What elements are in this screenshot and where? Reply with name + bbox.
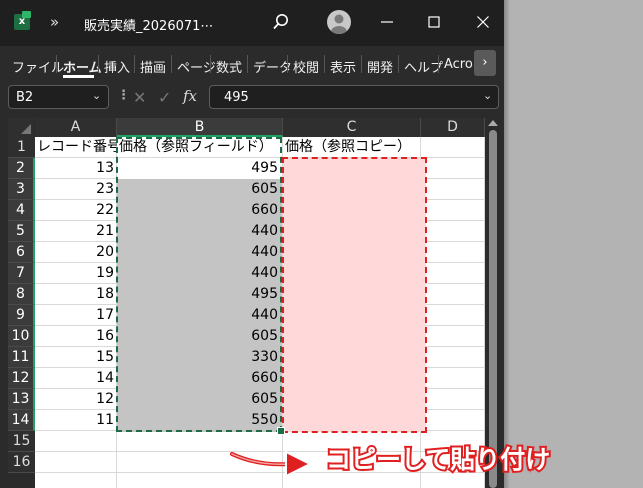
cell-record-number[interactable]: 12 (35, 389, 117, 409)
excel-app-icon: x (14, 11, 31, 30)
cell-record-number[interactable]: 16 (35, 326, 117, 346)
row-header[interactable]: 14 (8, 410, 35, 431)
search-icon[interactable] (272, 13, 290, 31)
row-header[interactable]: 16 (8, 452, 35, 473)
column-header-c[interactable]: C (283, 118, 421, 137)
grid-line (484, 137, 485, 488)
tab-draw[interactable]: 描画 (140, 57, 166, 76)
cell-record-number[interactable]: 15 (35, 347, 117, 367)
cell-record-number[interactable]: 13 (35, 158, 117, 178)
active-tab-indicator (63, 75, 94, 78)
column-header-b[interactable]: B (117, 118, 283, 137)
tab-divider (398, 55, 399, 73)
paste-target-outline (282, 157, 427, 433)
cell-a1[interactable]: レコード番号 (35, 137, 117, 157)
tab-divider (247, 55, 248, 73)
tab-review[interactable]: 校閲 (293, 57, 319, 76)
tab-divider (438, 55, 439, 73)
quick-access-overflow-button[interactable]: » (50, 13, 59, 31)
fill-handle[interactable] (277, 427, 285, 435)
column-header-d[interactable]: D (421, 118, 485, 137)
minimize-icon[interactable] (375, 10, 399, 34)
tab-acrobat[interactable]: Acro (444, 57, 473, 72)
insert-function-icon[interactable]: fx (183, 87, 197, 105)
row-header[interactable]: 9 (8, 305, 35, 326)
tab-divider (210, 55, 211, 73)
cell-record-number[interactable]: 18 (35, 284, 117, 304)
window-title: 販売実績_2026071⋯ (84, 19, 214, 34)
tab-divider (324, 55, 325, 73)
row-header[interactable]: 6 (8, 242, 35, 263)
tab-divider (134, 55, 135, 73)
enter-check-icon[interactable]: ✓ (158, 88, 171, 107)
user-avatar[interactable] (327, 10, 351, 34)
tab-home[interactable]: ホーム (63, 57, 102, 76)
cell-record-number[interactable]: 17 (35, 305, 117, 325)
tab-divider (171, 55, 172, 73)
scrollbar-thumb[interactable] (489, 130, 497, 488)
close-icon[interactable] (471, 10, 495, 34)
ribbon-scroll-right-button[interactable]: › (474, 50, 496, 76)
select-all-button[interactable] (8, 118, 34, 137)
tab-insert[interactable]: 挿入 (104, 57, 130, 76)
cancel-icon[interactable]: ✕ (133, 88, 146, 107)
more-options-icon[interactable]: ⋮ (117, 88, 130, 103)
row-header[interactable]: 5 (8, 221, 35, 242)
formula-input[interactable]: 495 (209, 85, 499, 109)
tab-divider (287, 55, 288, 73)
title-bar: x » 販売実績_2026071⋯ (0, 0, 504, 46)
cell-record-number[interactable]: 14 (35, 368, 117, 388)
tab-divider (98, 55, 99, 73)
cell-c1[interactable]: 価格（参照コピー） (283, 137, 421, 157)
tab-divider (361, 55, 362, 73)
row-header[interactable]: 8 (8, 284, 35, 305)
scroll-up-icon[interactable] (488, 120, 498, 126)
row-header[interactable]: 4 (8, 200, 35, 221)
annotation-text: コピーして貼り付け (324, 443, 552, 476)
copy-marquee (116, 137, 282, 432)
column-header-a[interactable]: A (35, 118, 117, 137)
cell-record-number[interactable]: 22 (35, 200, 117, 220)
row-header[interactable]: 10 (8, 326, 35, 347)
cell-record-number[interactable]: 23 (35, 179, 117, 199)
row-header[interactable]: 3 (8, 179, 35, 200)
person-icon (331, 14, 347, 34)
tab-developer[interactable]: 開発 (367, 57, 393, 76)
row-header[interactable]: 2 (8, 158, 35, 179)
tab-view[interactable]: 表示 (330, 57, 356, 76)
annotation-label: コピーして貼り付け (324, 440, 552, 476)
row-header[interactable]: 13 (8, 389, 35, 410)
row-header[interactable]: 7 (8, 263, 35, 284)
row-header[interactable]: 15 (8, 431, 35, 452)
annotation-arrow-icon (230, 450, 313, 478)
window-shadow (504, 0, 510, 488)
row-header[interactable]: 12 (8, 368, 35, 389)
expand-formula-bar-icon[interactable]: ⌄ (483, 89, 492, 102)
cell-record-number[interactable]: 19 (35, 263, 117, 283)
cell-record-number[interactable]: 21 (35, 221, 117, 241)
row-header[interactable]: 1 (8, 137, 35, 158)
tab-formulas[interactable]: 数式 (216, 57, 242, 76)
cell-record-number[interactable]: 11 (35, 410, 117, 430)
maximize-icon[interactable] (422, 10, 446, 34)
cell-record-number[interactable]: 20 (35, 242, 117, 262)
chevron-down-icon[interactable]: ⌄ (92, 89, 101, 102)
row-header[interactable]: 11 (8, 347, 35, 368)
tab-divider (56, 55, 57, 73)
